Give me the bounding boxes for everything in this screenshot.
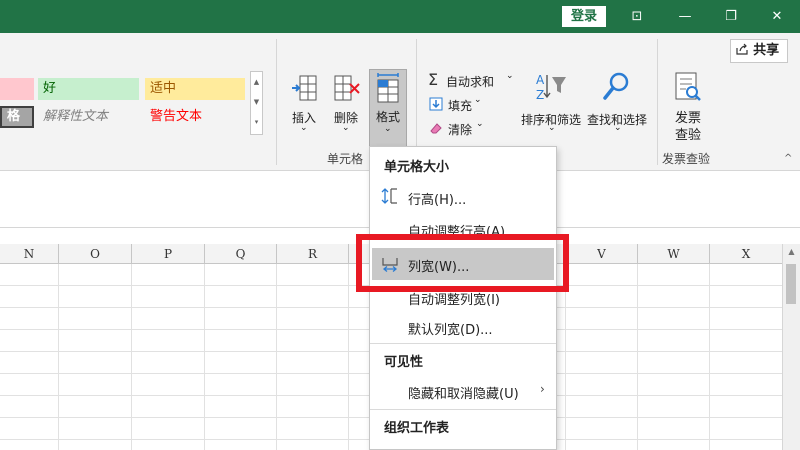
column-header[interactable]: W: [638, 244, 710, 264]
menu-separator: [370, 409, 556, 410]
style-explanatory[interactable]: 解释性文本: [38, 106, 139, 128]
svg-text:A: A: [536, 73, 545, 87]
ribbon-display-options-icon[interactable]: ⊡: [614, 0, 660, 33]
cells-group-label: 单元格: [327, 152, 364, 166]
fill-button[interactable]: 填充 ⌄: [428, 95, 508, 115]
insert-button[interactable]: 插入 ⌄: [288, 73, 322, 133]
format-label: 格式: [376, 110, 401, 124]
ribbon-separator: [657, 39, 658, 165]
menu-item-hide-unhide[interactable]: 隐藏和取消隐藏(U) ›: [370, 377, 556, 405]
eraser-icon: [430, 123, 442, 134]
chevron-down-icon: ⌄: [548, 123, 556, 133]
menu-separator: [370, 343, 556, 344]
autosum-button[interactable]: Σ 自动求和 ⌄: [428, 71, 520, 91]
menu-item-default-width[interactable]: 默认列宽(D)...: [370, 313, 556, 341]
title-bar: 登录 ⊡ — ❐ ✕: [0, 0, 800, 33]
clear-button[interactable]: 清除 ⌄: [428, 119, 508, 139]
style-neutral[interactable]: 适中: [145, 78, 245, 100]
sigma-icon: Σ: [428, 70, 439, 89]
style-bad[interactable]: [0, 78, 34, 100]
menu-item-row-height[interactable]: 行高(H)...: [370, 183, 556, 211]
fill-label: 填充: [448, 99, 473, 113]
share-button[interactable]: 共享: [730, 39, 788, 63]
magnifier-icon: [603, 72, 629, 100]
find-select-button[interactable]: 查找和选择 ⌄: [584, 71, 650, 143]
chevron-down-icon: ⌄: [614, 123, 622, 133]
sort-filter-button[interactable]: A Z 排序和筛选 ⌄: [520, 71, 582, 143]
minimize-icon[interactable]: —: [662, 0, 708, 33]
chevron-down-icon: ⌄: [506, 71, 514, 81]
invoice-check-label-line2: 查验: [675, 128, 702, 143]
fill-down-icon: [429, 97, 443, 111]
collapse-ribbon-icon[interactable]: ^: [784, 153, 792, 164]
style-check-cell[interactable]: 格: [0, 106, 34, 128]
svg-text:Z: Z: [536, 88, 544, 102]
gallery-scroll[interactable]: ▲ ▼ ▾: [250, 71, 263, 135]
delete-button[interactable]: 删除 ⌄: [330, 73, 364, 133]
delete-cells-icon: [334, 75, 360, 101]
share-icon: [736, 43, 748, 55]
scroll-thumb[interactable]: [786, 264, 796, 304]
column-header[interactable]: P: [132, 244, 205, 264]
scroll-up-icon[interactable]: ▲: [783, 244, 800, 260]
invoice-group-label: 发票查验: [662, 152, 711, 166]
menu-section-cell-size: 单元格大小: [384, 160, 450, 175]
login-button[interactable]: 登录: [562, 6, 606, 27]
row-height-icon: [381, 188, 397, 204]
column-header[interactable]: R: [277, 244, 349, 264]
format-cells-icon: [377, 73, 399, 103]
menu-section-visibility: 可见性: [384, 355, 424, 370]
insert-cells-icon: [292, 75, 317, 101]
invoice-check-button[interactable]: 发票 查验: [665, 71, 709, 143]
close-icon[interactable]: ✕: [754, 0, 800, 33]
sort-filter-icon: A Z: [536, 73, 566, 102]
column-header[interactable]: X: [710, 244, 782, 264]
highlight-annotation: [356, 234, 569, 292]
chevron-down-icon: ⌄: [476, 119, 484, 129]
style-good[interactable]: 好: [38, 78, 139, 100]
invoice-search-icon: [675, 72, 701, 101]
chevron-down-icon: ⌄: [342, 123, 350, 133]
chevron-down-icon: ⌄: [474, 95, 482, 105]
column-header[interactable]: V: [566, 244, 638, 264]
autosum-label: 自动求和: [446, 75, 495, 89]
ribbon-separator: [276, 39, 277, 165]
chevron-down-icon: ⌄: [384, 124, 392, 134]
chevron-down-icon: ⌄: [300, 123, 308, 133]
menu-section-organize-sheets: 组织工作表: [384, 421, 450, 436]
clear-label: 清除: [448, 123, 473, 137]
style-warning[interactable]: 警告文本: [145, 106, 245, 128]
share-label: 共享: [753, 43, 780, 58]
format-button[interactable]: 格式 ⌄: [369, 69, 407, 147]
chevron-right-icon: ›: [540, 382, 545, 396]
menu-label-hide-unhide: 隐藏和取消隐藏(U): [408, 387, 519, 402]
column-header[interactable]: N: [0, 244, 59, 264]
format-dropdown-menu: 单元格大小 行高(H)... 自动调整行高(A) 列宽(W)... 自动调整列宽…: [369, 146, 557, 450]
column-header[interactable]: Q: [205, 244, 277, 264]
menu-label-default-width: 默认列宽(D)...: [408, 323, 493, 338]
column-header[interactable]: O: [59, 244, 132, 264]
restore-icon[interactable]: ❐: [708, 0, 754, 33]
vertical-scrollbar[interactable]: ▲: [782, 244, 800, 450]
menu-label-row-height: 行高(H)...: [408, 193, 467, 208]
